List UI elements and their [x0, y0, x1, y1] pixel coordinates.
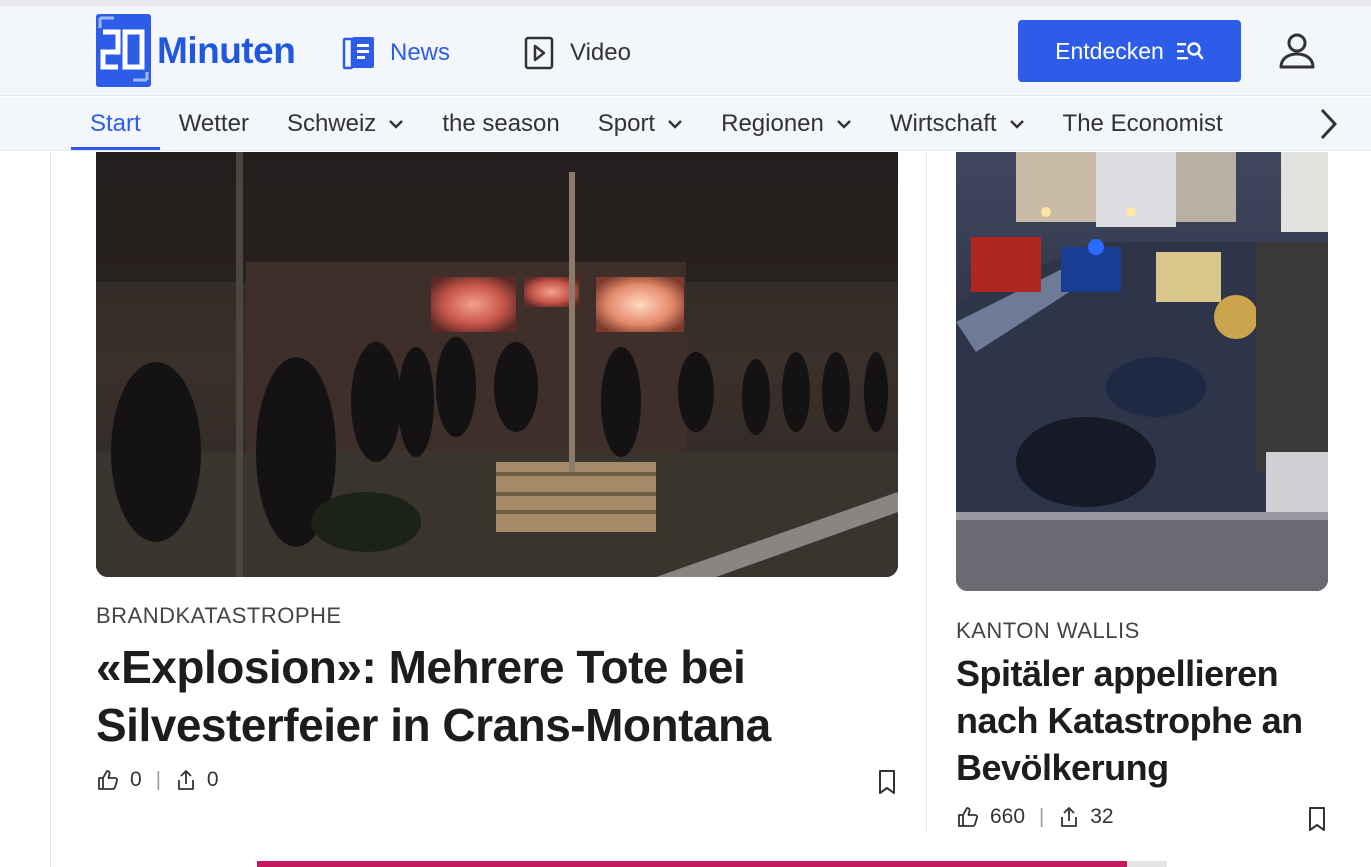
main-article-headline[interactable]: «Explosion»: Mehrere Tote bei Silvesterf… [96, 638, 916, 754]
meta-separator: | [155, 768, 161, 791]
category-wetter[interactable]: Wetter [160, 97, 268, 150]
bookmark-icon[interactable] [1306, 806, 1328, 832]
category-label: Start [90, 110, 141, 137]
share-icon[interactable] [175, 768, 197, 792]
logo-text: Minuten [157, 29, 296, 71]
share-icon[interactable] [1058, 805, 1080, 829]
category-label: The Economist [1062, 110, 1223, 137]
news-icon [340, 34, 378, 72]
bookmark-icon[interactable] [876, 769, 898, 795]
category-start[interactable]: Start [71, 97, 160, 150]
category-wirtschaft[interactable]: Wirtschaft [871, 97, 1044, 150]
ad-banner-end [1127, 861, 1167, 867]
video-play-icon [520, 34, 558, 72]
category-the-economist[interactable]: The Economist [1044, 97, 1242, 150]
column-divider [926, 152, 927, 832]
main-shares-count: 0 [206, 768, 219, 791]
side-article-meta: 660 | 32 [956, 805, 1114, 829]
main-likes-count: 0 [130, 768, 142, 791]
side-article-headline[interactable]: Spitäler appellieren nach Katastrophe an… [956, 650, 1336, 791]
logo-mark-icon [96, 14, 151, 87]
meta-separator: | [1039, 805, 1045, 828]
user-icon[interactable] [1276, 30, 1318, 72]
nav-video-label: Video [570, 39, 631, 66]
thumbs-up-icon[interactable] [96, 768, 120, 792]
main-article-image[interactable] [96, 152, 898, 577]
category-label: Wetter [178, 110, 249, 137]
thumbs-up-icon[interactable] [956, 805, 980, 829]
category-the-season[interactable]: the season [423, 97, 578, 150]
category-label: Wirtschaft [889, 110, 997, 137]
site-logo[interactable]: Minuten [96, 14, 296, 87]
category-label: the season [442, 110, 560, 137]
chevron-down-icon [667, 119, 683, 129]
side-article-kicker: KANTON WALLIS [956, 618, 1140, 643]
main-article-kicker: BRANDKATASTROPHE [96, 603, 342, 628]
site-header: Minuten News Video Entdecken [0, 6, 1371, 96]
category-nav: Start Wetter Schweiz the season Sport Re… [0, 97, 1371, 151]
main-article-meta: 0 | 0 [96, 768, 219, 792]
chevron-down-icon [836, 119, 852, 129]
chevron-down-icon [388, 119, 404, 129]
chevron-right-icon[interactable] [1313, 105, 1343, 143]
nav-video[interactable]: Video [520, 33, 631, 73]
discover-button[interactable]: Entdecken [1018, 20, 1241, 82]
nav-news-label: News [390, 39, 451, 66]
nav-news[interactable]: News [340, 33, 450, 73]
nav-fade [1251, 97, 1371, 150]
ad-banner-edge[interactable] [257, 861, 1167, 867]
search-list-icon [1176, 40, 1204, 62]
chevron-down-icon [1009, 119, 1025, 129]
discover-button-label: Entdecken [1055, 37, 1164, 64]
category-label: Schweiz [286, 110, 377, 137]
category-sport[interactable]: Sport [579, 97, 702, 150]
side-shares-count: 32 [1090, 805, 1114, 828]
side-likes-count: 660 [990, 805, 1026, 828]
category-schweiz[interactable]: Schweiz [268, 97, 423, 150]
category-label: Regionen [721, 110, 824, 137]
category-label: Sport [597, 110, 656, 137]
side-article-image[interactable] [956, 152, 1328, 591]
category-regionen[interactable]: Regionen [702, 97, 871, 150]
